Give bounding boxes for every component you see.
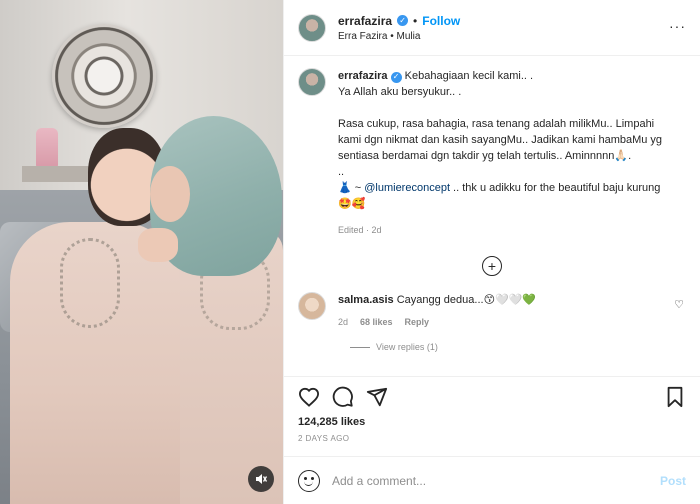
instagram-post: errafazira ✓ • Follow Erra Fazira • Muli… [0, 0, 700, 504]
decorative-wall-plate [52, 24, 156, 128]
post-header: errafazira ✓ • Follow Erra Fazira • Muli… [284, 0, 700, 56]
comment-text: Cayangg dedua...😙🤍🤍💚 [396, 294, 537, 306]
caption-dress-line: 👗 ~ @lumiereconcept .. thk u adikku for … [338, 180, 678, 196]
caption-text: 👗 ~ [338, 182, 365, 194]
caption-paragraph: Rasa cukup, rasa bahagia, rasa tenang ad… [338, 118, 663, 162]
caption-emoji: 🤩🥰 [338, 198, 366, 210]
comment-icon[interactable] [332, 386, 354, 408]
verified-badge-icon: ✓ [390, 71, 402, 83]
add-comment-bar: Post [284, 456, 700, 504]
comment-meta: 2d 68 likes Reply [338, 314, 536, 330]
username-link[interactable]: errafazira [338, 70, 388, 82]
more-options-icon[interactable]: ··· [669, 18, 686, 34]
dress-embroidery [60, 238, 120, 328]
likes-count[interactable]: 124,285 likes [284, 416, 700, 434]
comment-input[interactable] [332, 473, 648, 488]
username-link[interactable]: errafazira [338, 14, 392, 28]
header-text: errafazira ✓ • Follow Erra Fazira • Muli… [338, 14, 460, 42]
post-side-panel: errafazira ✓ • Follow Erra Fazira • Muli… [283, 0, 700, 504]
caption-text: Kebahagiaan kecil kami.. . [404, 70, 534, 82]
comment-line: salma.asis Cayangg dedua...😙🤍🤍💚 [338, 292, 536, 308]
comments-area: errafazira ✓ Kebahagiaan kecil kami.. . … [284, 56, 700, 376]
flower-vase [36, 128, 58, 168]
caption-body: errafazira ✓ Kebahagiaan kecil kami.. . … [338, 68, 678, 238]
hand [138, 228, 178, 262]
post-timestamp: 2 DAYS AGO [298, 434, 350, 443]
avatar[interactable] [298, 68, 326, 96]
header-line: errafazira ✓ • Follow [338, 14, 460, 28]
action-bar [284, 376, 700, 416]
load-more: + [298, 256, 686, 276]
audio-muted-icon[interactable] [248, 466, 274, 492]
post-button[interactable]: Post [660, 474, 686, 488]
comment-time: 2d [338, 317, 349, 327]
location-subtitle[interactable]: Erra Fazira • Mulia [338, 31, 460, 42]
heart-icon[interactable] [298, 386, 320, 408]
woman-face [150, 166, 190, 222]
caption-text: Ya Allah aku bersyukur.. . [338, 86, 462, 98]
comment-item: salma.asis Cayangg dedua...😙🤍🤍💚 2d 68 li… [298, 292, 686, 330]
caption-first-line: errafazira ✓ Kebahagiaan kecil kami.. . [338, 68, 678, 84]
username-link[interactable]: salma.asis [338, 294, 394, 306]
post-photo[interactable] [0, 0, 283, 504]
caption: errafazira ✓ Kebahagiaan kecil kami.. . … [298, 68, 686, 238]
avatar[interactable] [298, 292, 326, 320]
view-replies-button[interactable]: View replies (1) [350, 342, 686, 352]
comment-body: salma.asis Cayangg dedua...😙🤍🤍💚 2d 68 li… [338, 292, 536, 330]
separator-dot: • [413, 13, 418, 28]
caption-text: .. [338, 166, 345, 178]
plus-circle-icon[interactable]: + [482, 256, 502, 276]
bookmark-icon[interactable] [664, 386, 686, 408]
share-icon[interactable] [366, 386, 388, 408]
avatar[interactable] [298, 13, 326, 42]
heart-icon[interactable]: ♡ [674, 298, 684, 311]
mention-link[interactable]: @lumiereconcept [364, 182, 450, 194]
verified-badge-icon: ✓ [397, 15, 409, 26]
comment-likes[interactable]: 68 likes [360, 314, 393, 330]
caption-meta: Edited · 2d [338, 225, 382, 235]
emoji-icon[interactable] [298, 469, 320, 492]
follow-button[interactable]: Follow [422, 14, 460, 28]
reply-button[interactable]: Reply [405, 314, 430, 330]
caption-text: .. thk u adikku for the beautiful baju k… [450, 182, 661, 194]
